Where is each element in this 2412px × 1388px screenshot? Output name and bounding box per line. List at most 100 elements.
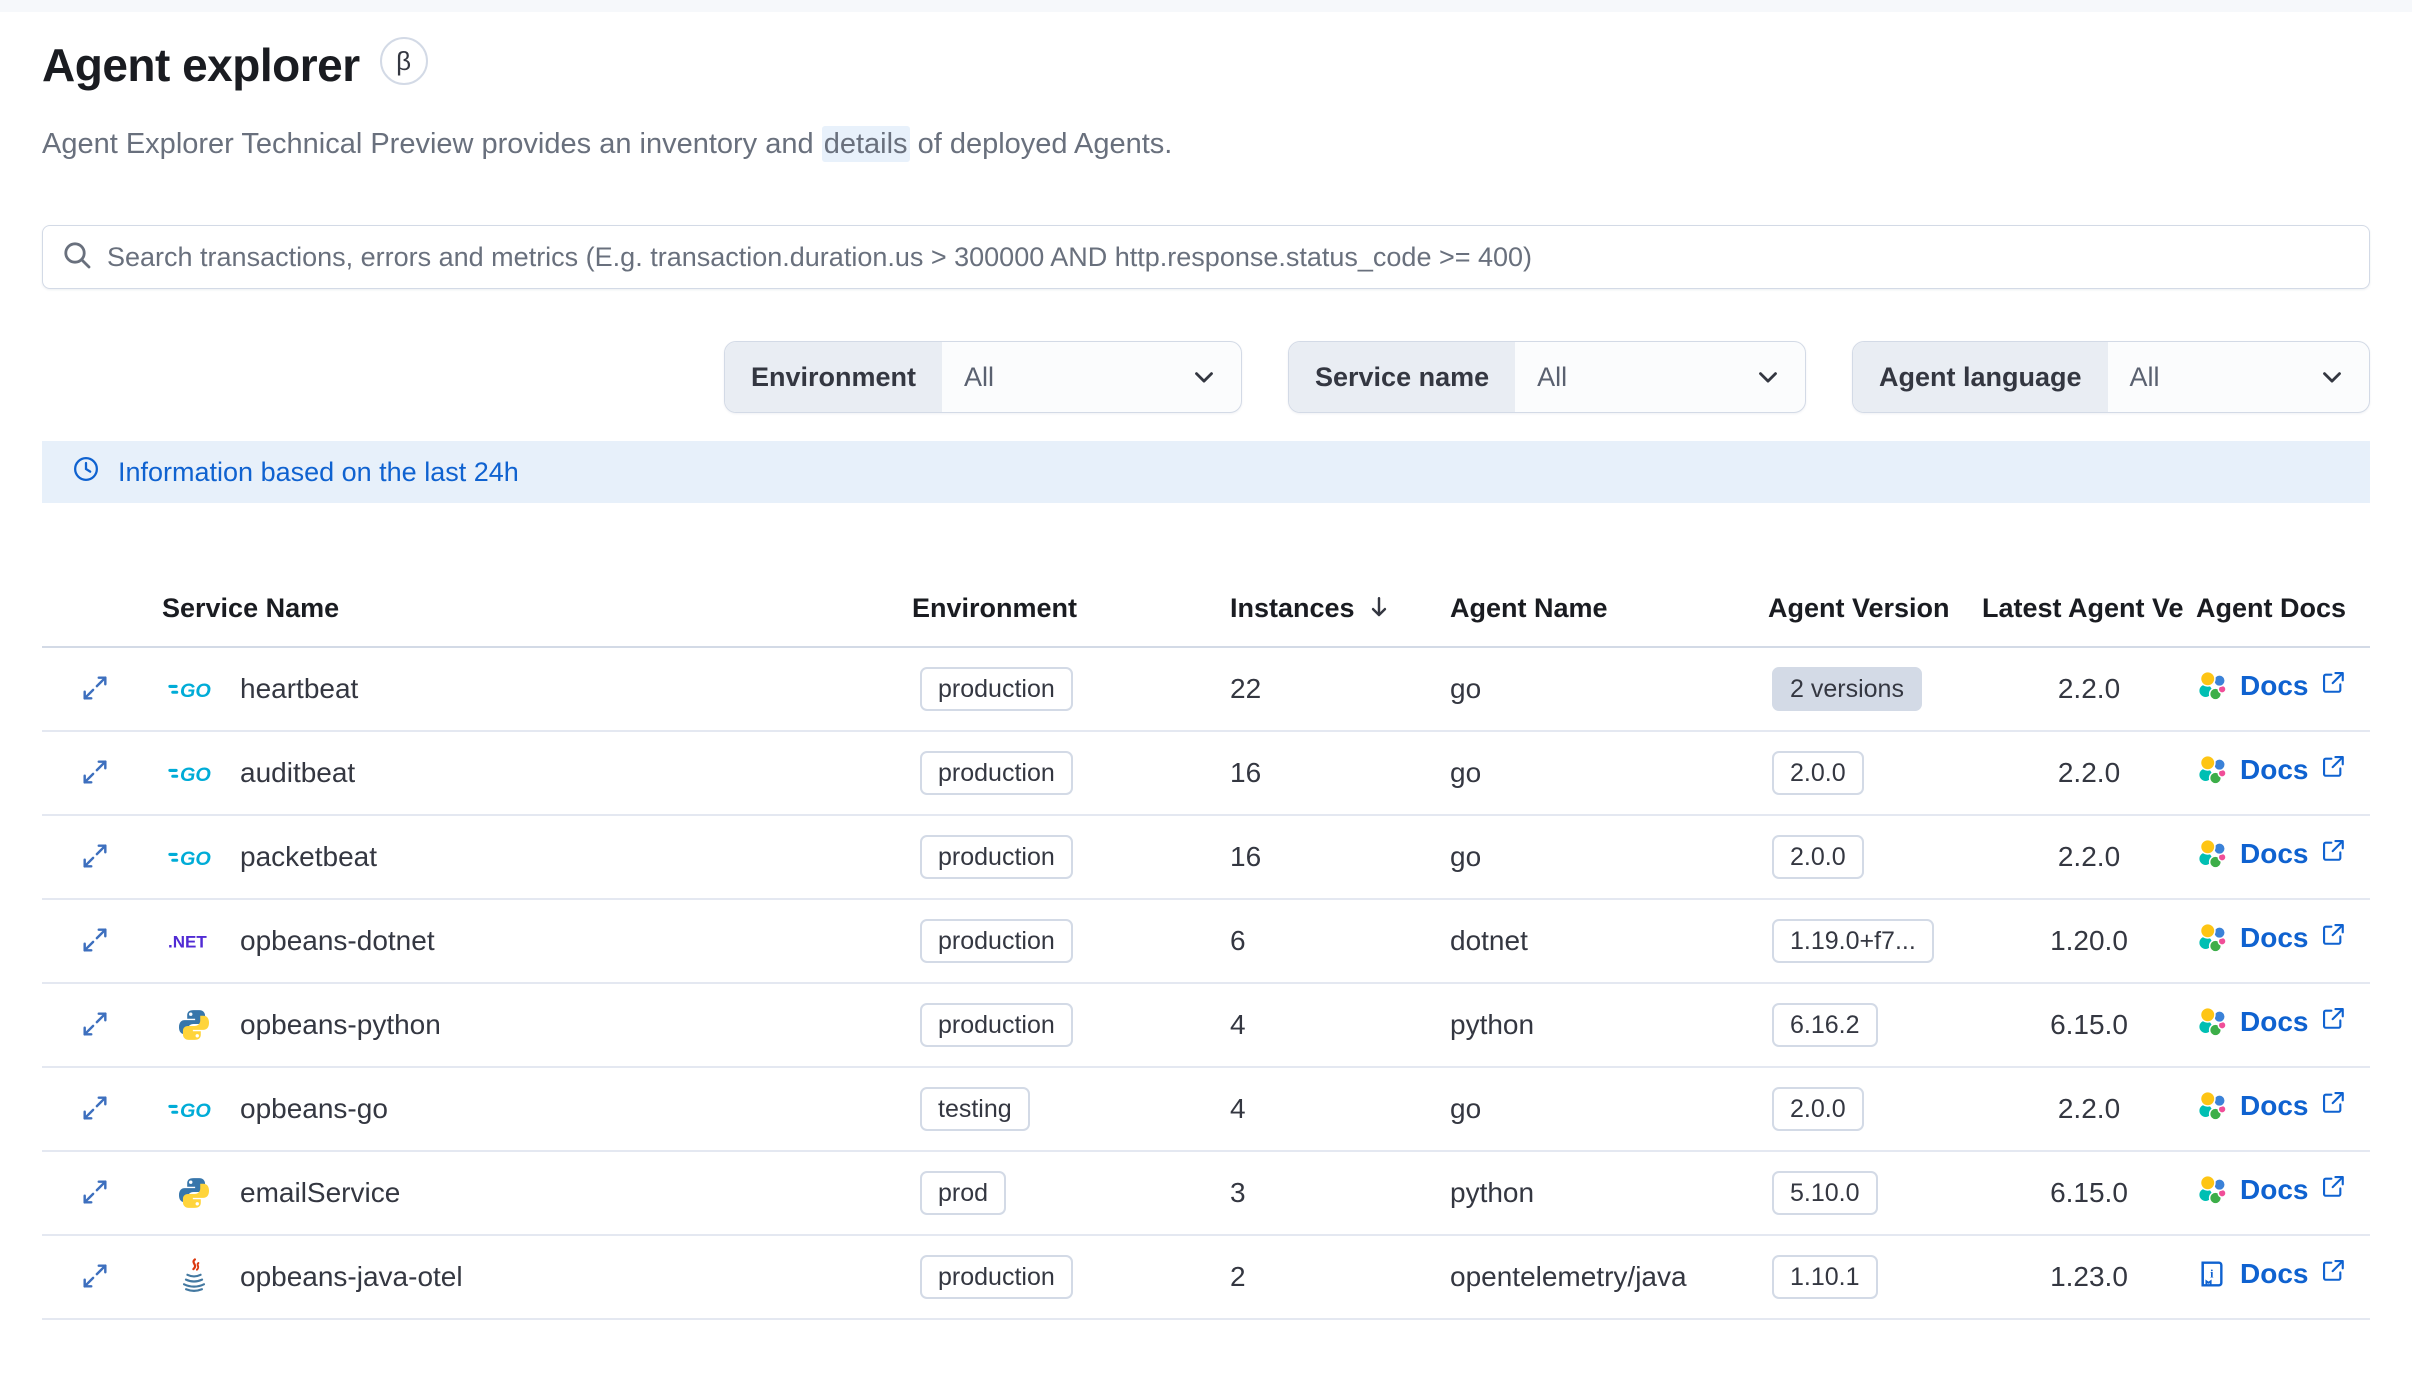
expand-icon	[80, 757, 110, 790]
page-title: Agent explorer	[42, 39, 360, 91]
subtitle-text: Agent Explorer Technical Preview provide…	[42, 128, 822, 160]
svg-text:GO: GO	[180, 848, 211, 870]
environment-cell: testing	[912, 1067, 1230, 1152]
latest-agent-version-cell: 6.15.0	[1982, 1151, 2196, 1236]
docs-link[interactable]: Docs	[2196, 1173, 2346, 1206]
expand-cell	[42, 815, 162, 900]
docs-link[interactable]: Docs	[2196, 837, 2346, 870]
time-range-banner: Information based on the last 24h	[42, 441, 2370, 503]
agent-version-cell: 1.10.1	[1768, 1235, 1982, 1320]
docs-link[interactable]: Docs	[2196, 1089, 2346, 1122]
agent-docs-cell: Docs	[2196, 899, 2370, 984]
go-icon: GO	[168, 1095, 220, 1123]
expand-cell	[42, 983, 162, 1068]
instances-cell: 16	[1230, 731, 1450, 816]
expand-row-button[interactable]	[76, 921, 114, 962]
instances-cell: 4	[1230, 983, 1450, 1068]
service-name-link[interactable]: heartbeat	[240, 673, 358, 705]
expand-row-button[interactable]	[76, 1089, 114, 1130]
environment-badge: production	[920, 666, 1073, 712]
environment-badge: production	[920, 918, 1073, 964]
expand-row-button[interactable]	[76, 1173, 114, 1214]
python-icon	[168, 1176, 220, 1210]
instances-cell: 4	[1230, 1067, 1450, 1152]
agent-docs-cell: Docs	[2196, 815, 2370, 900]
agent-name-cell: go	[1450, 1067, 1768, 1152]
service-name-link[interactable]: opbeans-python	[240, 1009, 441, 1041]
expand-row-button[interactable]	[76, 753, 114, 794]
service-name-link[interactable]: emailService	[240, 1177, 400, 1209]
page-header: Agent explorer β	[42, 37, 2370, 92]
external-link-icon	[2320, 669, 2346, 702]
expand-icon	[80, 1177, 110, 1210]
column-header-latest-agent-version[interactable]: Latest Agent Ve	[1982, 581, 2196, 648]
expand-row-button[interactable]	[76, 837, 114, 878]
agent-version-badge: 2.0.0	[1772, 1086, 1864, 1132]
column-header-service-name[interactable]: Service Name	[162, 581, 912, 648]
latest-agent-version-cell: 2.2.0	[1982, 731, 2196, 816]
expand-row-button[interactable]	[76, 669, 114, 710]
elastic-logo-icon	[2196, 670, 2228, 702]
service-name-link[interactable]: auditbeat	[240, 757, 355, 789]
docs-link[interactable]: Docs	[2196, 753, 2346, 786]
expand-icon	[80, 1009, 110, 1042]
agent-version-badge[interactable]: 2 versions	[1772, 666, 1922, 712]
table-row: .NET opbeans-dotnet production 6 dotnet …	[42, 899, 2370, 984]
filter-environment[interactable]: Environment All	[724, 341, 1242, 413]
agent-version-cell: 2.0.0	[1768, 815, 1982, 900]
docs-link[interactable]: Docs	[2196, 1005, 2346, 1038]
service-name-link[interactable]: opbeans-java-otel	[240, 1261, 463, 1293]
service-name-cell: emailService	[162, 1151, 912, 1236]
docs-link[interactable]: Docs	[2196, 921, 2346, 954]
banner-text: Information based on the last 24h	[118, 456, 519, 487]
agent-version-cell: 5.10.0	[1768, 1151, 1982, 1236]
agent-version-cell: 2 versions	[1768, 647, 1982, 732]
filter-label: Service name	[1289, 342, 1516, 412]
column-header-agent-docs: Agent Docs	[2196, 581, 2370, 648]
service-name-link[interactable]: opbeans-go	[240, 1093, 388, 1125]
expand-cell	[42, 1235, 162, 1320]
table-row: GO packetbeat production 16 go 2.0.0 2.2…	[42, 815, 2370, 900]
table-row: emailService prod 3 python 5.10.0 6.15.0…	[42, 1151, 2370, 1236]
agent-name-cell: dotnet	[1450, 899, 1768, 984]
column-header-instances[interactable]: Instances	[1230, 581, 1450, 648]
search-bar[interactable]	[42, 225, 2370, 289]
agent-version-cell: 6.16.2	[1768, 983, 1982, 1068]
agent-docs-cell: Docs	[2196, 1067, 2370, 1152]
expand-row-button[interactable]	[76, 1005, 114, 1046]
external-link-icon	[2320, 1089, 2346, 1122]
environment-badge: production	[920, 1254, 1073, 1300]
column-header-environment[interactable]: Environment	[912, 581, 1230, 648]
column-header-agent-name[interactable]: Agent Name	[1450, 581, 1768, 648]
agent-name-cell: go	[1450, 815, 1768, 900]
elastic-logo-icon	[2196, 1174, 2228, 1206]
go-icon: GO	[168, 843, 220, 871]
filter-service-name[interactable]: Service name All	[1288, 341, 1806, 413]
expand-row-button[interactable]	[76, 1257, 114, 1298]
agents-table: Service Name Environment Instances Agent…	[42, 581, 2370, 1320]
sort-desc-icon	[1365, 593, 1393, 621]
table-row: GO heartbeat production 22 go 2 versions…	[42, 647, 2370, 732]
service-name-cell: GO opbeans-go	[162, 1067, 912, 1152]
external-link-icon	[2320, 753, 2346, 786]
column-header-agent-version[interactable]: Agent Version	[1768, 581, 1982, 648]
docs-link[interactable]: Docs	[2196, 669, 2346, 702]
expand-cell	[42, 1067, 162, 1152]
service-name-link[interactable]: packetbeat	[240, 841, 377, 873]
agent-docs-cell: Docs	[2196, 1151, 2370, 1236]
agent-name-cell: go	[1450, 731, 1768, 816]
svg-text:GO: GO	[180, 1100, 211, 1122]
docs-link[interactable]: i Docs	[2196, 1257, 2346, 1290]
go-icon: GO	[168, 759, 220, 787]
service-name-link[interactable]: opbeans-dotnet	[240, 925, 435, 957]
agent-docs-cell: Docs	[2196, 983, 2370, 1068]
search-input[interactable]	[107, 241, 2351, 273]
chevron-down-icon	[1753, 362, 1783, 392]
agent-name-cell: opentelemetry/java	[1450, 1235, 1768, 1320]
column-header-expand	[42, 581, 162, 648]
agent-version-cell: 2.0.0	[1768, 731, 1982, 816]
dotnet-icon: .NET	[168, 927, 220, 955]
filter-agent-language[interactable]: Agent language All	[1852, 341, 2370, 413]
agent-version-badge: 1.19.0+f7...	[1772, 918, 1934, 964]
svg-text:.NET: .NET	[168, 933, 207, 952]
